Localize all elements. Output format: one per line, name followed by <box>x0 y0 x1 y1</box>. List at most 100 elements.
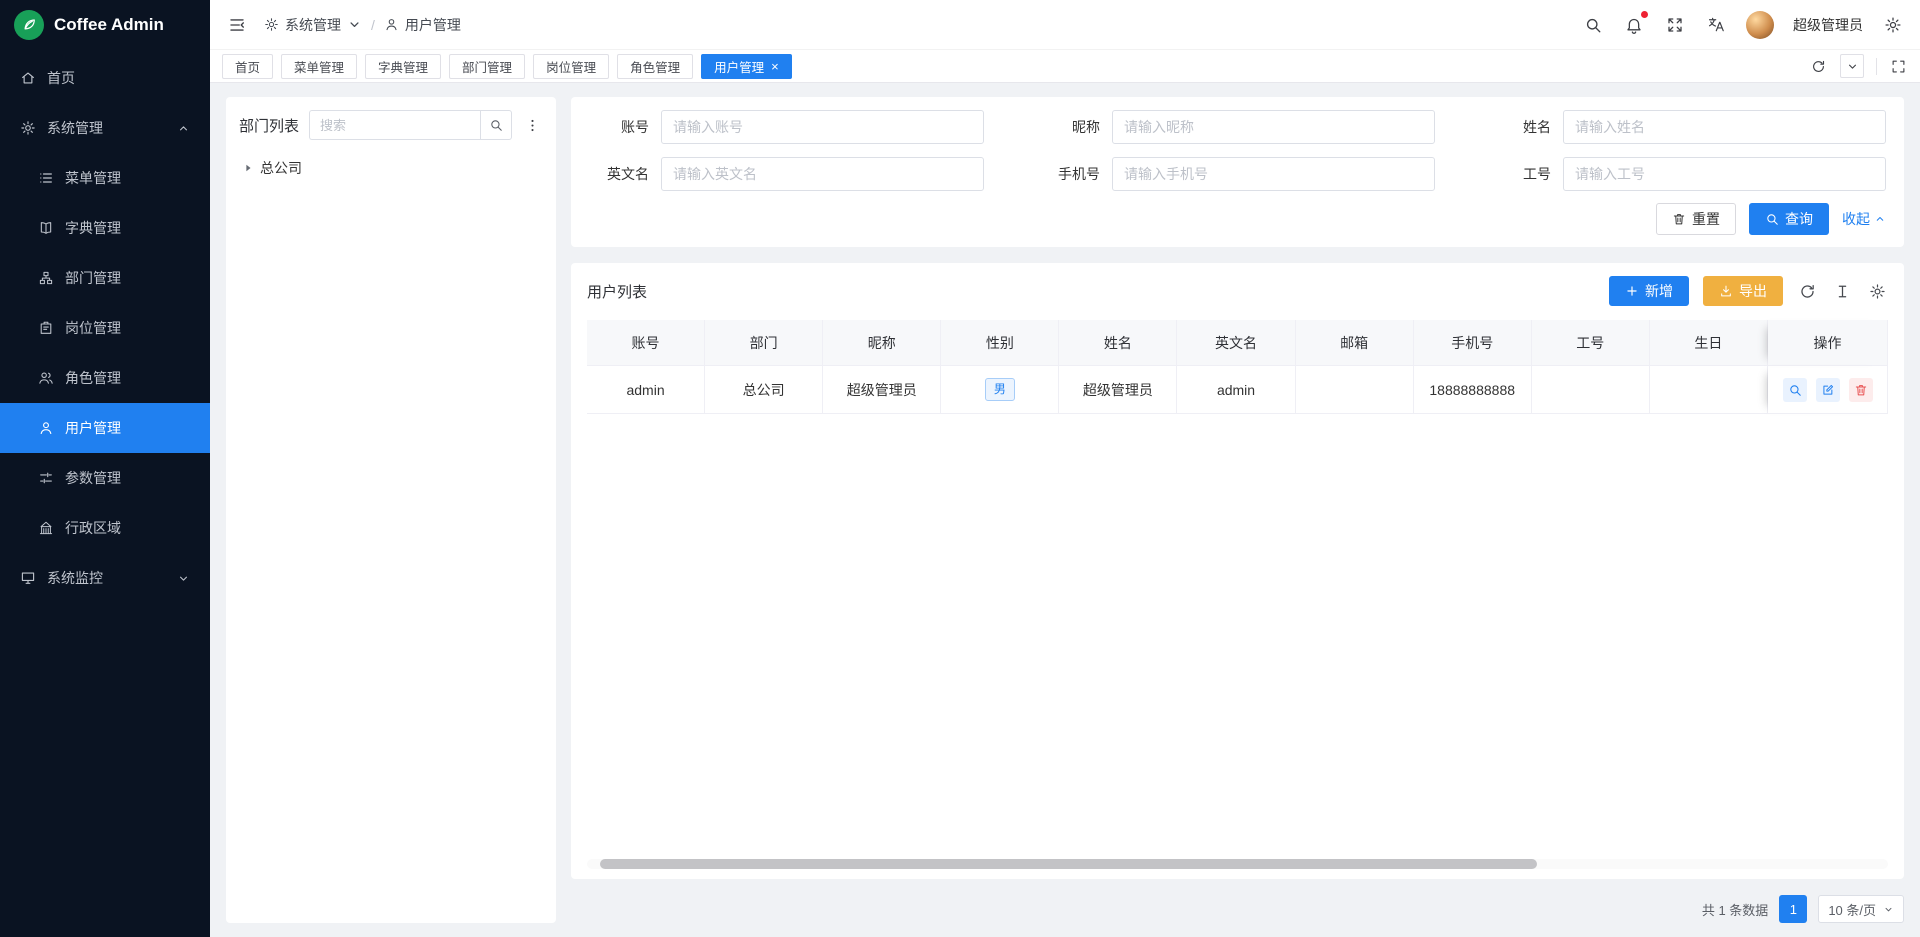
user-table: 账号 部门 昵称 性别 姓名 英文名 邮箱 手机号 工号 生日 操作 <box>587 320 1888 414</box>
global-search-button[interactable] <box>1582 14 1604 36</box>
chevron-down-icon <box>177 572 190 585</box>
sidebar-item-region-management[interactable]: 行政区域 <box>0 503 210 553</box>
home-icon <box>20 70 36 86</box>
chevron-down-icon <box>1883 904 1894 915</box>
tab-refresh-button[interactable] <box>1809 57 1828 76</box>
tab-label: 字典管理 <box>378 57 428 76</box>
name-input[interactable] <box>1563 110 1886 144</box>
breadcrumb-user-management[interactable]: 用户管理 <box>384 15 461 35</box>
job-number-input[interactable] <box>1563 157 1886 191</box>
cell-birthday <box>1650 366 1768 414</box>
department-tree: 总公司 <box>239 153 543 183</box>
table-header-row: 账号 部门 昵称 性别 姓名 英文名 邮箱 手机号 工号 生日 操作 <box>587 320 1888 366</box>
search-icon <box>489 118 503 132</box>
col-email: 邮箱 <box>1296 320 1414 366</box>
user-list-card: 用户列表 新增 导出 <box>571 263 1904 879</box>
sidebar-item-home[interactable]: 首页 <box>0 53 210 103</box>
sidebar-collapse-button[interactable] <box>226 14 248 36</box>
sidebar-item-label: 首页 <box>47 68 75 88</box>
language-switch-button[interactable] <box>1705 14 1727 36</box>
user-avatar[interactable] <box>1746 11 1774 39</box>
fullscreen-button[interactable] <box>1664 14 1686 36</box>
nickname-input[interactable] <box>1112 110 1435 144</box>
theme-settings-button[interactable] <box>1882 14 1904 36</box>
english-name-input[interactable] <box>661 157 984 191</box>
page-size-select[interactable]: 10 条/页 <box>1818 895 1904 923</box>
content-fullscreen-button[interactable] <box>1889 57 1908 76</box>
col-birthday: 生日 <box>1650 320 1768 366</box>
sidebar-item-dict-management[interactable]: 字典管理 <box>0 203 210 253</box>
department-more-button[interactable] <box>522 115 543 136</box>
sidebar-item-post-management[interactable]: 岗位管理 <box>0 303 210 353</box>
tab-label: 用户管理 <box>714 57 764 76</box>
department-search-input[interactable] <box>309 110 480 140</box>
list-icon <box>38 170 54 186</box>
col-account: 账号 <box>587 320 705 366</box>
account-input[interactable] <box>661 110 984 144</box>
sidebar-item-param-management[interactable]: 参数管理 <box>0 453 210 503</box>
name-label: 姓名 <box>1491 117 1551 137</box>
scrollbar-thumb[interactable] <box>600 859 1537 869</box>
cell-job-number <box>1532 366 1650 414</box>
sidebar-item-role-management[interactable]: 角色管理 <box>0 353 210 403</box>
phone-input[interactable] <box>1112 157 1435 191</box>
sidebar-group-system-monitor[interactable]: 系统监控 <box>0 553 210 603</box>
collapse-menu-icon <box>228 16 246 34</box>
gear-icon <box>1884 16 1902 34</box>
fullscreen-icon <box>1666 16 1684 34</box>
total-count-text: 共 1 条数据 <box>1702 900 1768 919</box>
col-operations: 操作 <box>1768 320 1888 366</box>
view-user-button[interactable] <box>1783 378 1807 402</box>
breadcrumb-system-management[interactable]: 系统管理 <box>264 15 362 35</box>
edit-user-button[interactable] <box>1816 378 1840 402</box>
tab-dept-management[interactable]: 部门管理 <box>449 54 525 79</box>
tab-bar: 首页 菜单管理 字典管理 部门管理 岗位管理 角色管理 用户管理 × <box>210 49 1920 83</box>
table-settings-button[interactable] <box>1867 281 1888 302</box>
account-label: 账号 <box>589 117 649 137</box>
table-row: admin 总公司 超级管理员 男 超级管理员 admin 1888888888… <box>587 366 1888 414</box>
notification-dot <box>1641 11 1648 18</box>
tab-menu-management[interactable]: 菜单管理 <box>281 54 357 79</box>
breadcrumb-label: 用户管理 <box>405 15 461 35</box>
sidebar-group-system-management[interactable]: 系统管理 <box>0 103 210 153</box>
sidebar: Coffee Admin 首页 系统管理 菜单管理 字典管理 部门管理 岗位管理 <box>0 0 210 937</box>
department-search-button[interactable] <box>480 110 512 140</box>
collapse-button-label: 收起 <box>1842 209 1870 229</box>
chevron-up-icon <box>1874 213 1886 225</box>
notifications-button[interactable] <box>1623 14 1645 36</box>
sidebar-item-menu-management[interactable]: 菜单管理 <box>0 153 210 203</box>
sliders-icon <box>38 470 54 486</box>
tab-user-management[interactable]: 用户管理 × <box>701 54 792 79</box>
delete-user-button[interactable] <box>1849 378 1873 402</box>
sidebar-item-label: 角色管理 <box>65 368 121 388</box>
tab-role-management[interactable]: 角色管理 <box>617 54 693 79</box>
reset-button[interactable]: 重置 <box>1656 203 1736 235</box>
query-button-label: 查询 <box>1785 209 1813 229</box>
app-logo[interactable]: Coffee Admin <box>0 0 210 49</box>
bell-icon <box>1625 16 1643 34</box>
text-height-icon <box>1834 283 1851 300</box>
table-density-button[interactable] <box>1832 281 1853 302</box>
tab-label: 岗位管理 <box>546 57 596 76</box>
horizontal-scrollbar[interactable] <box>587 859 1888 869</box>
sidebar-item-dept-management[interactable]: 部门管理 <box>0 253 210 303</box>
tab-home[interactable]: 首页 <box>222 54 273 79</box>
current-user-name[interactable]: 超级管理员 <box>1793 15 1863 35</box>
tab-post-management[interactable]: 岗位管理 <box>533 54 609 79</box>
tab-more-button[interactable] <box>1840 54 1864 78</box>
query-button[interactable]: 查询 <box>1749 203 1829 235</box>
page-1-button[interactable]: 1 <box>1779 895 1807 923</box>
tree-node-label: 总公司 <box>260 158 302 178</box>
sidebar-item-user-management[interactable]: 用户管理 <box>0 403 210 453</box>
monitor-icon <box>20 570 36 586</box>
cell-name: 超级管理员 <box>1059 366 1177 414</box>
tab-bar-actions <box>1809 54 1908 78</box>
collapse-filter-button[interactable]: 收起 <box>1842 209 1886 229</box>
tab-dict-management[interactable]: 字典管理 <box>365 54 441 79</box>
add-user-button[interactable]: 新增 <box>1609 276 1689 306</box>
export-button[interactable]: 导出 <box>1703 276 1783 306</box>
tab-close-icon[interactable]: × <box>771 60 779 73</box>
tree-node-head-office[interactable]: 总公司 <box>239 153 543 183</box>
table-refresh-button[interactable] <box>1797 281 1818 302</box>
chevron-down-icon <box>1846 60 1859 73</box>
